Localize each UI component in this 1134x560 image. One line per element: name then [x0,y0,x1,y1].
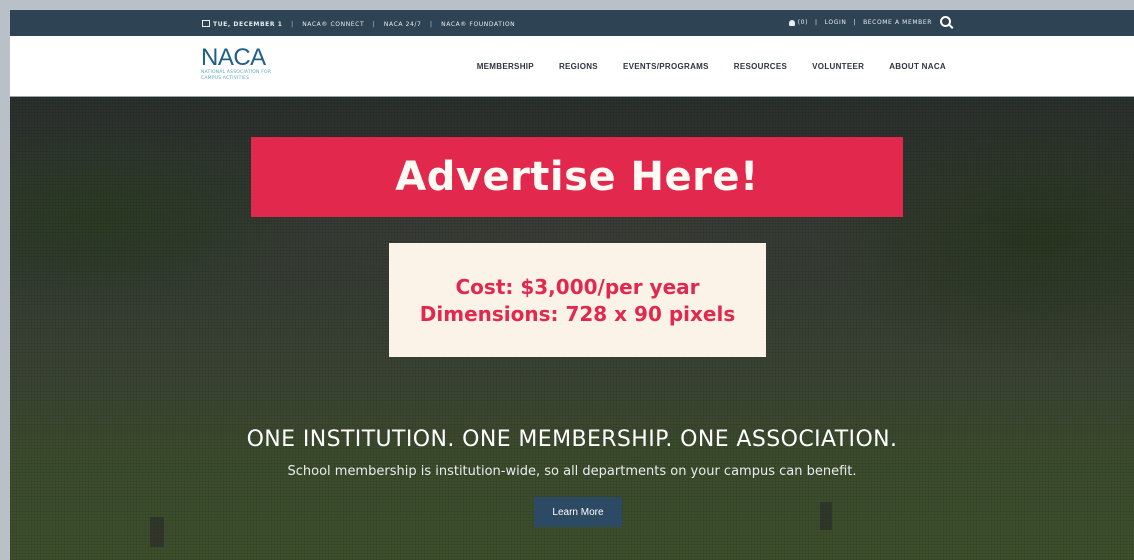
nav-volunteer[interactable]: VOLUNTEER [812,62,864,71]
link-naca-foundation[interactable]: NACA® FOUNDATION [441,21,515,28]
nav-resources[interactable]: RESOURCES [734,62,787,71]
naca-logo[interactable]: NACA NATIONAL ASSOCIATION FOR CAMPUS ACT… [201,46,281,81]
logo-wordmark: NACA [201,44,266,71]
divider: | [372,21,376,28]
utility-left: TUE, DECEMBER 1 | NACA® CONNECT | NACA 2… [202,19,515,28]
login-link[interactable]: LOGIN [825,19,847,26]
advertise-banner-text: Advertise Here! [395,154,759,200]
divider: | [429,21,433,28]
logo-tagline: NATIONAL ASSOCIATION FOR CAMPUS ACTIVITI… [201,70,272,81]
link-naca-connect[interactable]: NACA® CONNECT [302,21,364,28]
current-date: TUE, DECEMBER 1 [213,21,283,28]
search-icon[interactable] [940,16,951,27]
divider: | [853,19,857,26]
become-member-link[interactable]: BECOME A MEMBER [863,19,932,26]
hero-subtitle: School membership is institution-wide, s… [287,464,857,479]
nav-membership[interactable]: MEMBERSHIP [477,62,534,71]
nav-regions[interactable]: REGIONS [559,62,598,71]
hero-section: Advertise Here! Cost: $3,000/per year Di… [10,97,1134,560]
browser-page: TUE, DECEMBER 1 | NACA® CONNECT | NACA 2… [10,10,1134,560]
link-naca-24-7[interactable]: NACA 24/7 [384,21,422,28]
ad-cost: Cost: $3,000/per year [455,275,700,299]
ad-info-box: Cost: $3,000/per year Dimensions: 728 x … [389,243,766,357]
bell-icon[interactable] [788,19,795,26]
nav-about-naca[interactable]: ABOUT NACA [889,62,946,71]
hero-title: ONE INSTITUTION. ONE MEMBERSHIP. ONE ASS… [246,427,898,452]
utility-bar: TUE, DECEMBER 1 | NACA® CONNECT | NACA 2… [10,10,1134,36]
notification-count[interactable]: (0) [798,19,808,26]
nav-events-programs[interactable]: EVENTS/PROGRAMS [623,62,709,71]
background-figure [820,502,832,530]
utility-right: (0) | LOGIN | BECOME A MEMBER [788,16,951,28]
calendar-icon [202,20,210,27]
divider: | [815,19,818,26]
learn-more-button[interactable]: Learn More [534,497,622,527]
primary-nav: MEMBERSHIP REGIONS EVENTS/PROGRAMS RESOU… [452,62,946,71]
background-figure [150,517,164,547]
divider: | [291,21,294,28]
advertise-banner[interactable]: Advertise Here! [251,137,903,217]
main-header: NACA NATIONAL ASSOCIATION FOR CAMPUS ACT… [10,36,1134,97]
ad-dimensions: Dimensions: 728 x 90 pixels [419,302,736,326]
